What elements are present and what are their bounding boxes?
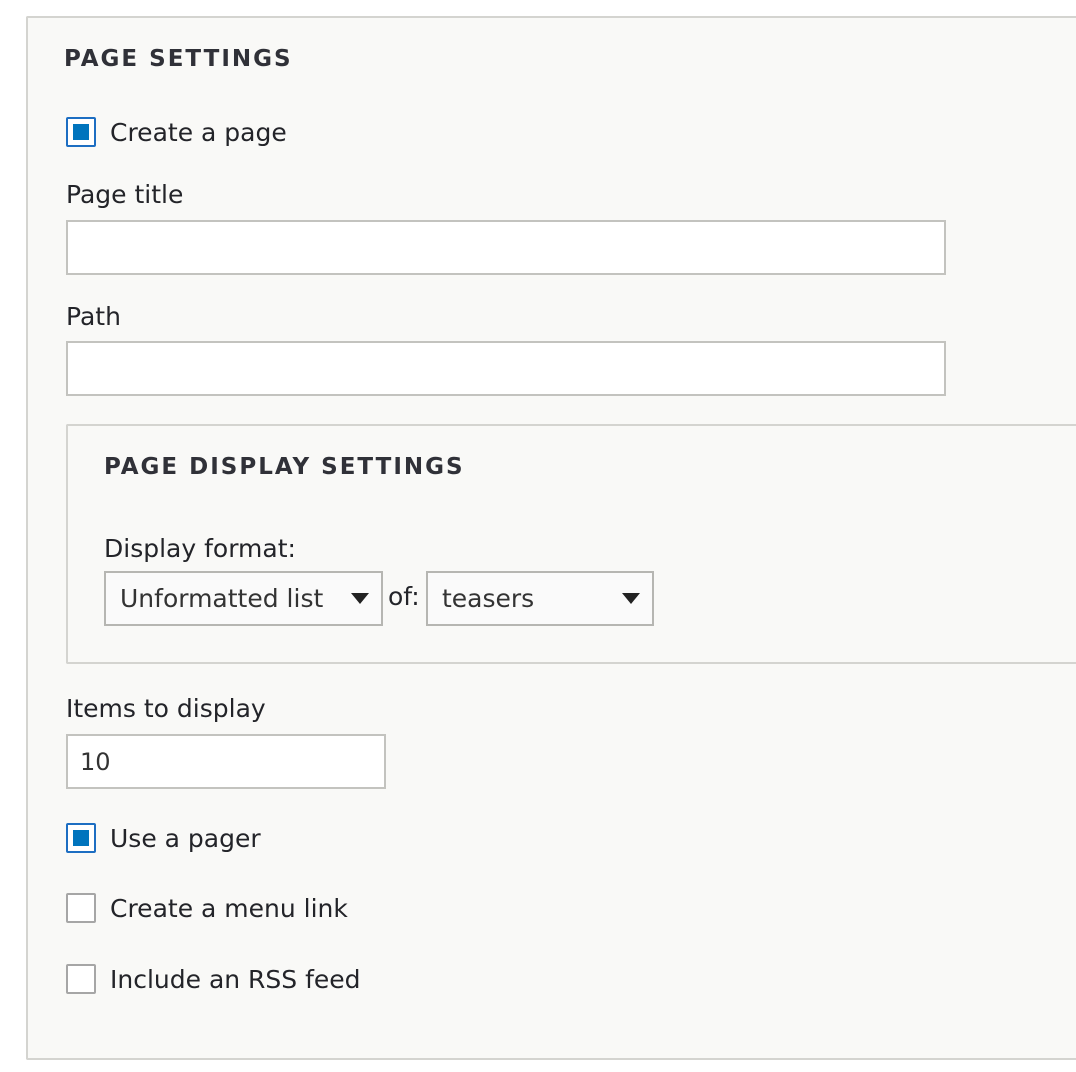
- display-format-select[interactable]: Unformatted list: [104, 571, 383, 626]
- page-display-settings-legend: PAGE DISPLAY SETTINGS: [104, 454, 465, 480]
- menu-link-label: Create a menu link: [110, 893, 348, 923]
- display-format-label: Display format:: [104, 534, 296, 563]
- caret-down-icon: [351, 593, 369, 604]
- create-page-option[interactable]: Create a page: [66, 116, 287, 148]
- page-title-input[interactable]: [66, 220, 946, 275]
- rss-feed-option[interactable]: Include an RSS feed: [66, 963, 361, 995]
- create-page-checkbox[interactable]: [66, 117, 96, 147]
- path-input[interactable]: [66, 341, 946, 396]
- page-display-settings-fieldset: PAGE DISPLAY SETTINGS Display format: Un…: [66, 424, 1076, 664]
- items-to-display-input[interactable]: [66, 734, 386, 789]
- create-page-label: Create a page: [110, 117, 287, 147]
- caret-down-icon: [622, 593, 640, 604]
- display-format-value: Unformatted list: [120, 584, 324, 613]
- check-square-icon: [73, 124, 89, 140]
- check-square-icon: [73, 830, 89, 846]
- path-label: Path: [66, 302, 121, 331]
- use-pager-label: Use a pager: [110, 823, 261, 853]
- row-style-select[interactable]: teasers: [426, 571, 654, 626]
- page-settings-fieldset: PAGE SETTINGS Create a page Page title P…: [26, 16, 1076, 1060]
- use-pager-option[interactable]: Use a pager: [66, 822, 261, 854]
- page-title-label: Page title: [66, 180, 184, 209]
- of-label: of:: [388, 582, 420, 611]
- rss-feed-label: Include an RSS feed: [110, 964, 361, 994]
- row-style-value: teasers: [442, 584, 535, 613]
- menu-link-option[interactable]: Create a menu link: [66, 892, 348, 924]
- items-to-display-label: Items to display: [66, 694, 266, 723]
- menu-link-checkbox[interactable]: [66, 893, 96, 923]
- rss-feed-checkbox[interactable]: [66, 964, 96, 994]
- use-pager-checkbox[interactable]: [66, 823, 96, 853]
- page-settings-legend: PAGE SETTINGS: [64, 46, 293, 72]
